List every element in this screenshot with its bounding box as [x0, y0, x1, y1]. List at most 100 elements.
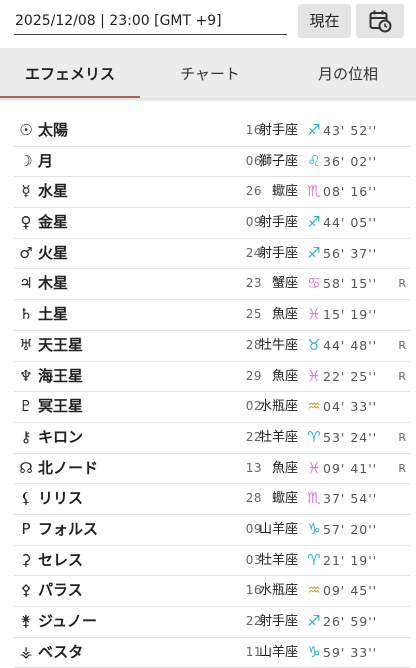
- degree-value: 13: [245, 460, 262, 475]
- planet-name: 金星: [38, 213, 69, 232]
- retrograde-marker: R: [398, 369, 406, 383]
- zodiac-sign-icon: ♏: [307, 182, 321, 201]
- zodiac-sign-name: 射手座: [258, 215, 298, 231]
- retrograde-marker: R: [398, 430, 406, 444]
- planet-row[interactable]: P フォルス 09 山羊座 ♑ 57' 20'': [14, 515, 410, 546]
- ephemeris-list: ☉ 太陽 16 射手座 ♐ 43' 52'' ☽ 月 06 獅子座 ♌ 36' 02'' ☿ 水星 26 蠍座…: [0, 116, 416, 668]
- minutes-seconds-value: 43' 52'': [323, 123, 378, 138]
- planet-row[interactable]: ⚷ キロン 22 牡羊座 ♈ 53' 24'' R: [14, 423, 410, 454]
- tab-chart[interactable]: チャート: [140, 48, 280, 98]
- sun-icon: ☉: [19, 121, 33, 139]
- minutes-seconds-value: 26' 59'': [323, 614, 378, 629]
- planet-row[interactable]: ⚳ セレス 03 牡羊座 ♈ 21' 19'': [14, 546, 410, 577]
- zodiac-sign-name: 魚座: [271, 307, 298, 323]
- zodiac-sign-name: 山羊座: [258, 521, 298, 537]
- minutes-seconds-value: 21' 19'': [323, 552, 378, 568]
- pallas-icon: ⚴: [20, 581, 32, 600]
- zodiac-sign-icon: ♏: [307, 489, 321, 508]
- planet-row[interactable]: ♆ 海王星 29 魚座 ♓ 22' 25'' R: [14, 362, 410, 393]
- minutes-seconds-value: 37' 54'': [323, 491, 378, 507]
- planet-name: 海王星: [38, 366, 84, 385]
- planet-row[interactable]: ☊ 北ノード 13 魚座 ♓ 09' 41'' R: [14, 454, 410, 485]
- minutes-seconds-value: 04' 33'': [323, 399, 378, 415]
- zodiac-sign-icon: ♌: [307, 151, 321, 170]
- retrograde-marker: R: [398, 461, 406, 475]
- planet-name: リリス: [38, 489, 84, 508]
- minutes-seconds-value: 22' 25'': [323, 368, 378, 384]
- planet-row[interactable]: ☉ 太陽 16 射手座 ♐ 43' 52'': [14, 116, 410, 147]
- planet-row[interactable]: ♃ 木星 23 蟹座 ♋ 58' 15'' R: [14, 269, 410, 301]
- planet-row[interactable]: ☽ 月 06 獅子座 ♌ 36' 02'': [14, 147, 410, 178]
- minutes-seconds-value: 58' 15'': [323, 276, 378, 292]
- planet-row[interactable]: ⚴ パラス 16 水瓶座 ♒ 09' 45'': [14, 576, 410, 607]
- planet-row[interactable]: ⚸ リリス 28 蠍座 ♏ 37' 54'': [14, 484, 410, 515]
- zodiac-sign-icon: ♑: [307, 642, 321, 661]
- tab-moon-phase[interactable]: 月の位相: [280, 48, 416, 98]
- degree-value: 28: [245, 491, 262, 506]
- planet-row[interactable]: ☿ 水星 26 蠍座 ♏ 08' 16'': [14, 177, 410, 209]
- minutes-seconds-value: 36' 02'': [323, 153, 378, 169]
- zodiac-sign-icon: ♋: [307, 274, 321, 293]
- planet-name: 火星: [38, 243, 69, 262]
- now-button[interactable]: 現在: [298, 4, 351, 38]
- zodiac-sign-icon: ♉: [307, 335, 321, 354]
- planet-row[interactable]: ♄ 土星 25 魚座 ♓ 15' 19'': [14, 300, 410, 331]
- zodiac-sign-name: 魚座: [271, 368, 298, 384]
- minutes-seconds-value: 56' 37'': [323, 245, 378, 261]
- minutes-seconds-value: 57' 20'': [323, 521, 378, 537]
- zodiac-sign-icon: ♓: [307, 458, 321, 477]
- zodiac-sign-icon: ♈: [307, 550, 321, 569]
- zodiac-sign-name: 蠍座: [271, 491, 298, 507]
- planet-name: 天王星: [38, 335, 84, 354]
- pluto-icon: ♇: [19, 397, 33, 416]
- north-node-icon: ☊: [19, 458, 33, 477]
- minutes-seconds-value: 09' 45'': [323, 583, 378, 599]
- zodiac-sign-name: 牡牛座: [258, 337, 298, 353]
- tab-shadow: [0, 98, 416, 102]
- zodiac-sign-name: 蟹座: [271, 276, 298, 292]
- planet-name: パラス: [38, 581, 83, 600]
- neptune-icon: ♆: [19, 366, 33, 385]
- planet-row[interactable]: ♀ 金星 09 射手座 ♐ 44' 05'': [14, 208, 410, 239]
- planet-name: 冥王星: [38, 397, 84, 416]
- zodiac-sign-icon: ♈: [307, 427, 321, 446]
- zodiac-sign-name: 牡羊座: [258, 429, 298, 445]
- planet-name: ベスタ: [38, 642, 84, 661]
- zodiac-sign-icon: ♓: [307, 366, 321, 385]
- degree-value: 25: [245, 307, 262, 322]
- zodiac-sign-name: 蠍座: [271, 184, 298, 200]
- zodiac-sign-name: 獅子座: [258, 153, 298, 169]
- planet-row[interactable]: ♅ 天王星 28 牡牛座 ♉ 44' 48'' R: [14, 331, 410, 362]
- zodiac-sign-name: 射手座: [258, 123, 298, 138]
- calendar-button[interactable]: [356, 4, 404, 38]
- planet-row[interactable]: ♂ 火星 24 射手座 ♐ 56' 37'': [14, 239, 410, 270]
- zodiac-sign-icon: ♑: [307, 519, 321, 538]
- datetime-field[interactable]: 2025/12/08 | 23:00 [GMT +9]: [14, 6, 287, 35]
- zodiac-sign-icon: ♒: [307, 397, 321, 416]
- zodiac-sign-icon: ♒: [307, 581, 321, 600]
- planet-row[interactable]: ⚵ ジュノー 22 射手座 ♐ 26' 59'': [14, 607, 410, 638]
- degree-value: 29: [245, 368, 262, 383]
- tab-ephemeris[interactable]: エフェメリス: [0, 48, 140, 98]
- zodiac-sign-name: 山羊座: [258, 644, 298, 660]
- zodiac-sign-name: 水瓶座: [258, 399, 298, 415]
- retrograde-marker: R: [398, 277, 406, 291]
- retrograde-marker: R: [398, 338, 406, 352]
- minutes-seconds-value: 15' 19'': [323, 307, 378, 323]
- planet-name: 太陽: [38, 121, 69, 139]
- planet-row[interactable]: ⚶ ベスタ 11 山羊座 ♑ 59' 33'': [14, 638, 410, 668]
- ceres-icon: ⚳: [20, 550, 32, 569]
- zodiac-sign-name: 射手座: [258, 614, 298, 629]
- jupiter-icon: ♃: [19, 274, 33, 293]
- venus-icon: ♀: [20, 213, 32, 232]
- fortune-icon: P: [21, 519, 31, 538]
- zodiac-sign-icon: ♐: [307, 121, 321, 139]
- zodiac-sign-name: 射手座: [258, 245, 298, 261]
- minutes-seconds-value: 09' 41'': [323, 460, 378, 476]
- zodiac-sign-icon: ♓: [307, 305, 321, 324]
- planet-name: キロン: [38, 427, 84, 446]
- tab-bar: エフェメリス チャート 月の位相: [0, 48, 416, 98]
- planet-name: 木星: [38, 274, 69, 293]
- planet-name: 土星: [38, 305, 69, 324]
- planet-row[interactable]: ♇ 冥王星 02 水瓶座 ♒ 04' 33'': [14, 392, 410, 423]
